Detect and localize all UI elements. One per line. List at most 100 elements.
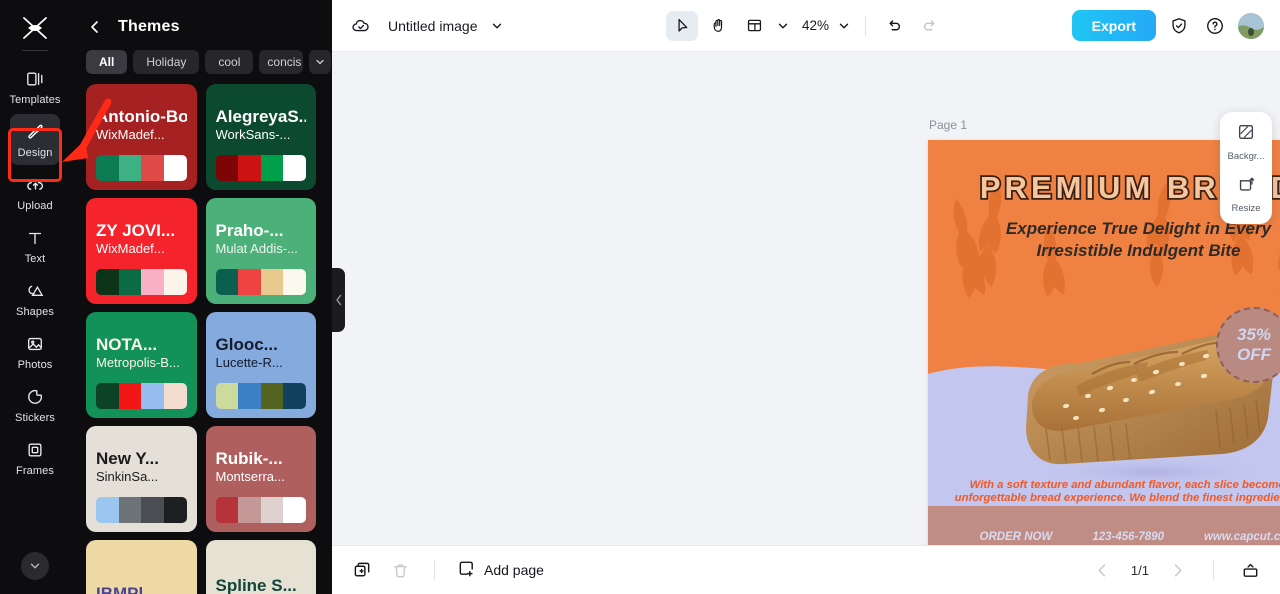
footer-order-now: ORDER NOW (979, 531, 1053, 543)
page-label: Page 1 (929, 118, 968, 132)
sidebar-item-shapes[interactable]: Shapes (10, 273, 60, 324)
theme-card[interactable]: ZY JOVI... WixMadef... (86, 198, 197, 304)
redo-arrow-icon[interactable] (914, 11, 946, 41)
theme-card[interactable]: AlegreyaS... WorkSans-... (205, 84, 316, 190)
templates-icon (24, 68, 46, 90)
help-circle-icon[interactable] (1202, 13, 1228, 39)
chevron-left-icon[interactable] (86, 18, 104, 36)
zoom-level[interactable]: 42% (796, 18, 831, 33)
sidebar-item-frames[interactable]: Frames (10, 432, 60, 483)
chevron-down-icon[interactable] (835, 17, 853, 35)
sidebar-label: Upload (17, 200, 53, 212)
theme-card[interactable]: NOTA... Metropolis-B... (86, 312, 197, 418)
canvas-side-panel: Backgr... Resize (1220, 112, 1272, 224)
duplicate-icon[interactable] (350, 558, 374, 582)
resize-icon (1236, 174, 1256, 199)
resize-button[interactable]: Resize (1220, 174, 1272, 214)
theme-swatches (215, 155, 306, 181)
present-icon[interactable] (1238, 558, 1262, 582)
shield-check-icon[interactable] (1166, 13, 1192, 39)
theme-card[interactable]: Antonio-BoldWixMadef... (86, 84, 197, 190)
theme-card-title: NOTA... (96, 334, 158, 354)
chip-holiday[interactable]: Holiday (133, 50, 200, 74)
swatch (215, 383, 239, 409)
user-avatar[interactable] (1238, 12, 1264, 39)
upload-cloud-icon (24, 174, 46, 196)
toolbar-right-group: Export (1071, 10, 1264, 41)
swatch (260, 155, 284, 181)
layout-grid-icon[interactable] (738, 11, 770, 41)
sidebar-item-photos[interactable]: Photos (10, 326, 60, 377)
chevron-down-icon[interactable] (774, 17, 792, 35)
chip-concise[interactable]: concis (259, 50, 304, 74)
capcut-editor-window: Templates Design Upload Text Shapes Phot… (0, 0, 1280, 594)
theme-card[interactable]: Glooc... Lucette-R... (205, 312, 316, 418)
undo-arrow-icon[interactable] (878, 11, 910, 41)
sidebar-item-design[interactable]: Design (10, 114, 60, 165)
page-indicator: 1/1 (1130, 562, 1149, 578)
chip-cool[interactable]: cool (205, 50, 254, 74)
add-page-icon (457, 559, 476, 581)
cursor-select-icon[interactable] (665, 10, 698, 41)
theme-card-grid: Antonio-BoldWixMadef...AlegreyaS...WorkS… (70, 84, 332, 594)
theme-card-subtitle: Lucette-R... (215, 354, 283, 370)
capcut-logo-icon[interactable] (15, 10, 55, 46)
swatch (260, 269, 284, 295)
swatch (163, 497, 187, 523)
swatch (96, 269, 119, 295)
trash-icon[interactable] (388, 558, 412, 582)
chevron-down-icon[interactable] (309, 50, 332, 74)
swatch (118, 383, 142, 409)
theme-swatches (96, 383, 187, 409)
theme-card-title: Praho-... (215, 220, 284, 240)
add-page-button[interactable]: Add page (457, 559, 544, 581)
chevron-left-icon[interactable] (1091, 558, 1115, 582)
sidebar-item-stickers[interactable]: Stickers (10, 379, 60, 430)
swatch (283, 269, 306, 295)
footer-phone: 123-456-7890 (1092, 531, 1164, 543)
toolbar-divider (865, 15, 867, 36)
photos-icon (24, 333, 46, 355)
sidebar-label: Templates (9, 94, 61, 106)
swatch (238, 497, 261, 523)
theme-card[interactable]: Praho-... Mulat Addis-... (205, 198, 316, 304)
background-button[interactable]: Backgr... (1220, 122, 1272, 162)
export-button[interactable]: Export (1071, 10, 1156, 41)
theme-card-title: Glooc... (215, 334, 278, 354)
theme-filter-chips: All Holiday cool concis (70, 44, 332, 84)
swatch (96, 497, 119, 523)
main-area: Untitled image 42% Export Page 1 PREMIUM… (332, 0, 1280, 594)
swatch (215, 269, 239, 295)
theme-card[interactable]: IBMPl... (86, 540, 197, 594)
theme-swatches (96, 155, 187, 181)
hand-pan-icon[interactable] (702, 11, 734, 41)
page-title: Themes (118, 18, 180, 35)
panel-collapse-handle[interactable] (332, 268, 345, 332)
document-title[interactable]: Untitled image (388, 18, 478, 34)
swatch (238, 383, 261, 409)
chevron-down-icon[interactable] (488, 17, 506, 35)
shapes-icon (24, 280, 46, 302)
theme-card[interactable]: Spline S...ZY Allub... (205, 540, 316, 594)
badge-percent: 35% (1236, 325, 1272, 344)
sidebar-item-templates[interactable]: Templates (9, 61, 61, 112)
bottom-toolbar: Add page 1/1 (332, 545, 1280, 594)
canvas-area[interactable]: Page 1 PREMIUM BREAD Experience True Del… (332, 52, 1280, 545)
swatch (215, 497, 239, 523)
swatch (238, 269, 261, 295)
chip-all[interactable]: All (86, 50, 128, 74)
theme-card[interactable]: Rubik-... Montserra... (205, 426, 316, 532)
canvas-tools: 42% (665, 10, 946, 41)
theme-card[interactable]: New Y... SinkinSa... (86, 426, 197, 532)
stickers-icon (24, 386, 46, 408)
chevron-down-icon[interactable] (21, 552, 49, 580)
swatch (141, 497, 164, 523)
theme-card-subtitle: WixMadef... (96, 126, 165, 142)
badge-off: OFF (1237, 345, 1271, 364)
cloud-saved-icon[interactable] (348, 13, 374, 39)
sidebar-item-text[interactable]: Text (10, 220, 60, 271)
sidebar-label: Shapes (16, 306, 54, 318)
sidebar-item-upload[interactable]: Upload (10, 167, 60, 218)
swatch (163, 269, 187, 295)
chevron-right-icon[interactable] (1165, 558, 1189, 582)
